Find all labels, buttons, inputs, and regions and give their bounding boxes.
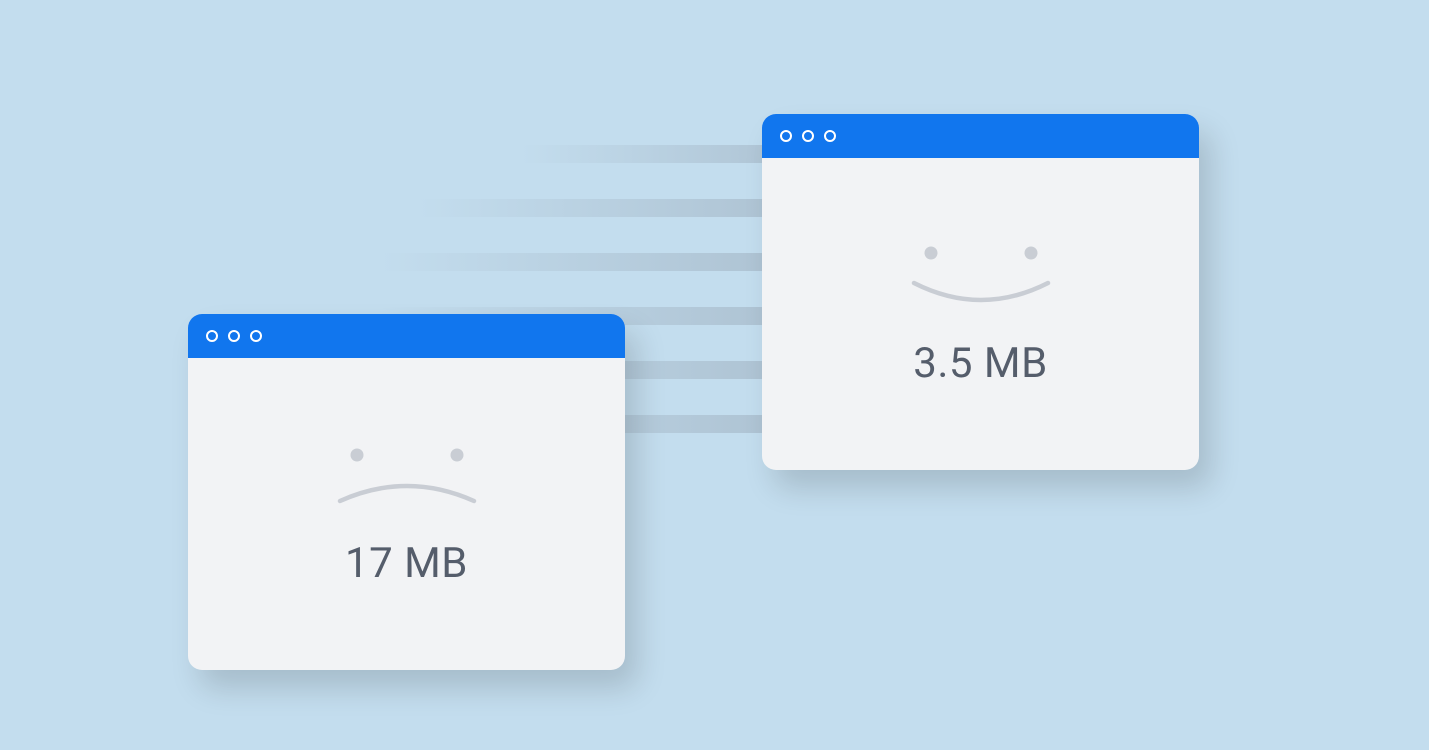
smile-face-icon — [896, 241, 1066, 313]
window-body: 17 MB — [188, 358, 625, 670]
size-label: 17 MB — [345, 539, 468, 588]
window-titlebar — [188, 314, 625, 358]
window-dot-icon — [802, 130, 814, 142]
browser-window-unoptimized: 17 MB — [188, 314, 625, 670]
window-body: 3.5 MB — [762, 158, 1199, 470]
window-dot-icon — [228, 330, 240, 342]
window-dot-icon — [824, 130, 836, 142]
window-dot-icon — [206, 330, 218, 342]
frown-face-icon — [322, 441, 492, 513]
browser-window-optimized: 3.5 MB — [762, 114, 1199, 470]
window-titlebar — [762, 114, 1199, 158]
window-dot-icon — [250, 330, 262, 342]
size-label: 3.5 MB — [913, 339, 1048, 388]
window-dot-icon — [780, 130, 792, 142]
